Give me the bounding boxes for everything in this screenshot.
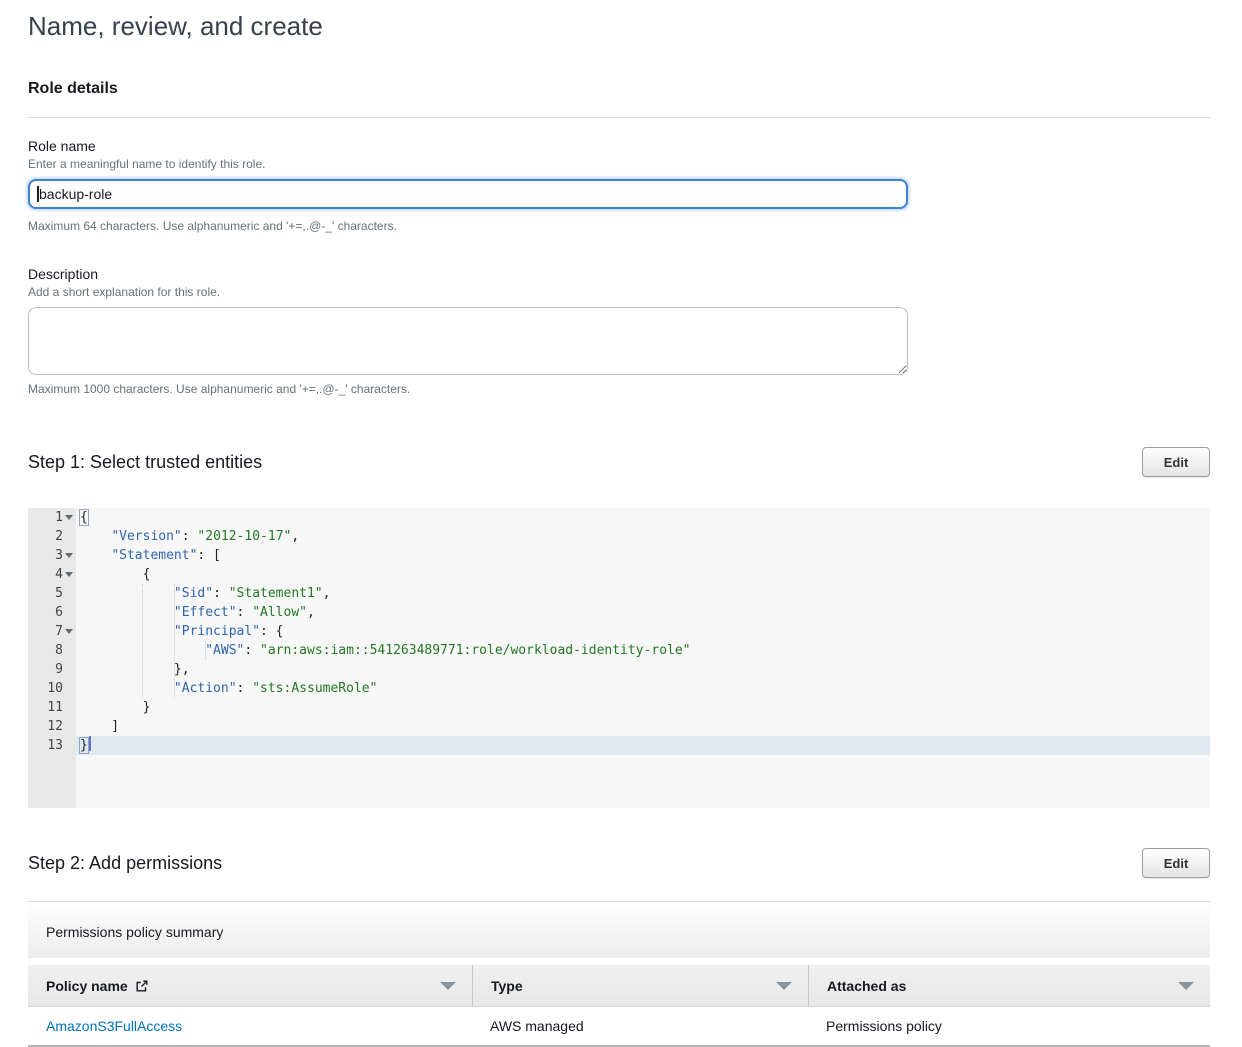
code-line-11[interactable]: }: [76, 698, 1210, 717]
step1-header: Step 1: Select trusted entities Edit: [28, 447, 1210, 477]
sort-icon[interactable]: [776, 982, 792, 990]
gutter-line-12: 12: [28, 717, 76, 736]
role-details-heading: Role details: [28, 80, 1210, 98]
line-number: 10: [47, 679, 63, 698]
step2-header: Step 2: Add permissions Edit: [28, 848, 1210, 878]
text-caret: [37, 186, 39, 202]
editor-code[interactable]: { "Version": "2012-10-17", "Statement": …: [76, 508, 1210, 808]
policy-name-cell: AmazonS3FullAccess: [28, 1007, 472, 1045]
code-line-10[interactable]: "Action": "sts:AssumeRole": [76, 679, 1210, 698]
line-number: 4: [55, 565, 63, 584]
code-line-4[interactable]: {: [76, 565, 1210, 584]
gutter-line-2: 2: [28, 527, 76, 546]
fold-arrow-icon[interactable]: [65, 572, 73, 577]
gutter-line-8: 8: [28, 641, 76, 660]
role-name-input[interactable]: [28, 179, 908, 209]
role-name-input-wrap: [28, 179, 908, 209]
gutter-line-4: 4: [28, 565, 76, 584]
gutter-line-9: 9: [28, 660, 76, 679]
section-divider: [28, 117, 1210, 118]
editor-caret: [89, 736, 91, 751]
editor-gutter: 12345678910111213: [28, 508, 76, 808]
description-field: Description Add a short explanation for …: [28, 265, 1210, 397]
gutter-line-13: 13: [28, 736, 76, 755]
gutter-line-11: 11: [28, 698, 76, 717]
code-line-3[interactable]: "Statement": [: [76, 546, 1210, 565]
sort-icon[interactable]: [440, 982, 456, 990]
fold-arrow-icon[interactable]: [65, 515, 73, 520]
type-column-label: Type: [491, 978, 523, 994]
step1-heading: Step 1: Select trusted entities: [28, 450, 262, 474]
line-number: 9: [55, 660, 63, 679]
code-line-6[interactable]: "Effect": "Allow",: [76, 603, 1210, 622]
column-header-type: Type: [472, 965, 808, 1006]
line-number: 11: [47, 698, 63, 717]
description-textarea[interactable]: [28, 307, 908, 375]
line-number: 12: [47, 717, 63, 736]
gutter-line-7: 7: [28, 622, 76, 641]
fold-arrow-icon[interactable]: [65, 553, 73, 558]
permissions-panel-header: Permissions policy summary: [28, 901, 1210, 958]
gutter-line-6: 6: [28, 603, 76, 622]
page-content: Name, review, and create Role details Ro…: [28, 0, 1210, 1047]
gutter-line-3: 3: [28, 546, 76, 565]
policy-name-link[interactable]: AmazonS3FullAccess: [46, 1018, 182, 1034]
role-name-help: Enter a meaningful name to identify this…: [28, 156, 1210, 172]
gutter-line-1: 1: [28, 508, 76, 527]
sort-icon[interactable]: [1178, 982, 1194, 990]
column-header-policy-name: Policy name: [28, 965, 472, 1006]
column-header-attached-as: Attached as: [808, 965, 1210, 1006]
step1-edit-button[interactable]: Edit: [1142, 447, 1210, 477]
line-number: 2: [55, 527, 63, 546]
line-number: 8: [55, 641, 63, 660]
code-line-8[interactable]: "AWS": "arn:aws:iam::541263489771:role/w…: [76, 641, 1210, 660]
policy-name-column-label: Policy name: [46, 978, 128, 994]
line-number: 6: [55, 603, 63, 622]
page-title: Name, review, and create: [28, 10, 1210, 42]
line-number: 7: [55, 622, 63, 641]
trust-policy-editor[interactable]: 12345678910111213 { "Version": "2012-10-…: [28, 508, 1210, 808]
code-line-1[interactable]: {: [76, 508, 1210, 527]
gutter-line-10: 10: [28, 679, 76, 698]
external-link-icon: [135, 979, 149, 993]
role-name-label: Role name: [28, 137, 1210, 155]
code-line-9[interactable]: },: [76, 660, 1210, 679]
code-line-12[interactable]: ]: [76, 717, 1210, 736]
description-help: Add a short explanation for this role.: [28, 284, 1210, 300]
line-number: 1: [55, 508, 63, 527]
line-number: 13: [47, 736, 63, 755]
step2-edit-button[interactable]: Edit: [1142, 848, 1210, 878]
permissions-panel: Permissions policy summary Policy name: [28, 901, 1210, 1047]
policy-table: Policy name Type Attached as: [28, 965, 1210, 1047]
line-number: 3: [55, 546, 63, 565]
description-label: Description: [28, 265, 1210, 283]
fold-arrow-icon[interactable]: [65, 629, 73, 634]
code-line-5[interactable]: "Sid": "Statement1",: [76, 584, 1210, 603]
line-number: 5: [55, 584, 63, 603]
code-line-2[interactable]: "Version": "2012-10-17",: [76, 527, 1210, 546]
permissions-panel-title: Permissions policy summary: [46, 924, 223, 940]
description-constraint: Maximum 1000 characters. Use alphanumeri…: [28, 381, 1210, 397]
code-line-7[interactable]: "Principal": {: [76, 622, 1210, 641]
type-cell: AWS managed: [472, 1007, 808, 1045]
attached-as-cell: Permissions policy: [808, 1007, 1210, 1045]
table-row: AmazonS3FullAccess AWS managed Permissio…: [28, 1007, 1210, 1047]
role-name-field: Role name Enter a meaningful name to ide…: [28, 137, 1210, 234]
role-name-constraint: Maximum 64 characters. Use alphanumeric …: [28, 218, 1210, 234]
step2-heading: Step 2: Add permissions: [28, 851, 222, 875]
gutter-line-5: 5: [28, 584, 76, 603]
attached-as-column-label: Attached as: [827, 978, 906, 994]
policy-table-header: Policy name Type Attached as: [28, 965, 1210, 1007]
code-line-13[interactable]: }: [76, 736, 1210, 755]
